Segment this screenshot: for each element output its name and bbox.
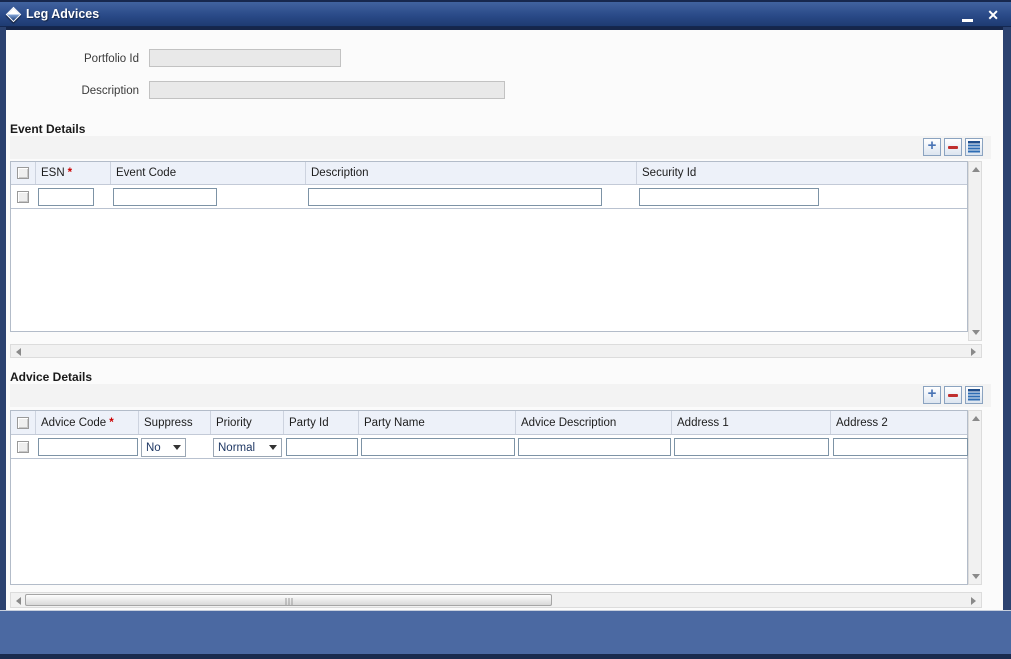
advice-header-checkbox-cell (11, 411, 36, 434)
priority-select[interactable]: Normal (213, 438, 282, 457)
window-frame-right (1003, 27, 1011, 659)
event-col-security-id: Security Id (642, 167, 697, 179)
advice-row-checkbox[interactable] (17, 441, 29, 453)
event-grid-hscrollbar[interactable] (10, 344, 982, 358)
scroll-left-icon[interactable] (16, 348, 21, 356)
advice-col-party-name: Party Name (359, 411, 516, 434)
description-field (149, 81, 505, 99)
event-details-grid: ESN * Event Code Description Security Id (10, 161, 968, 332)
event-header-checkbox-cell (11, 162, 36, 184)
advice-code-input[interactable] (38, 438, 138, 456)
advice-details-toolbar (10, 384, 991, 407)
advice-grid-header: Advice Code * Suppress Priority Party Id … (11, 411, 967, 435)
event-grid-header: ESN * Event Code Description Security Id (11, 162, 967, 185)
advice-col-advice-code: Advice Code * (36, 411, 139, 434)
chevron-down-icon (173, 445, 181, 450)
single-view-icon (968, 141, 980, 153)
advice-grid-row: No Normal (11, 435, 968, 459)
advice-col-address-1: Address 1 (672, 411, 831, 434)
scroll-down-icon[interactable] (972, 574, 980, 579)
close-icon[interactable]: ✕ (987, 8, 999, 22)
party-name-input[interactable] (361, 438, 515, 456)
event-row-checkbox[interactable] (17, 191, 29, 203)
single-view-icon (968, 389, 980, 401)
advice-col-priority: Priority (211, 411, 284, 434)
scroll-right-icon[interactable] (971, 348, 976, 356)
scroll-left-icon[interactable] (16, 597, 21, 605)
event-select-all-checkbox[interactable] (17, 167, 29, 179)
scroll-grip-icon (285, 598, 292, 605)
event-event-code-input[interactable] (113, 188, 217, 206)
plus-icon: + (927, 385, 937, 402)
dialog-content: Portfolio Id Description Event Details + (6, 30, 1003, 610)
address-2-input[interactable] (833, 438, 968, 456)
description-label: Description (81, 85, 139, 97)
scroll-down-icon[interactable] (972, 330, 980, 335)
advice-col-advice-description: Advice Description (516, 411, 672, 434)
footer-bar (0, 610, 1011, 654)
scroll-up-icon[interactable] (972, 167, 980, 172)
minus-icon (948, 393, 958, 397)
advice-col-address-2: Address 2 (836, 416, 888, 429)
advice-description-input[interactable] (518, 438, 671, 456)
event-grid-row (11, 185, 967, 209)
scroll-right-icon[interactable] (971, 597, 976, 605)
address-1-input[interactable] (674, 438, 829, 456)
diamond-icon (0, 6, 26, 22)
event-description-input[interactable] (308, 188, 602, 206)
event-details-title: Event Details (10, 122, 86, 136)
event-single-view-button[interactable] (965, 138, 983, 156)
advice-details-title: Advice Details (10, 370, 93, 384)
chevron-down-icon (269, 445, 277, 450)
scroll-up-icon[interactable] (972, 416, 980, 421)
advice-col-suppress: Suppress (139, 411, 211, 434)
event-col-description: Description (306, 162, 637, 184)
event-security-id-input[interactable] (639, 188, 819, 206)
event-col-event-code: Event Code (111, 162, 306, 184)
window-title: Leg Advices (26, 7, 100, 21)
portfolio-id-label: Portfolio Id (84, 53, 139, 65)
leg-advices-window: Leg Advices ✕ Portfolio Id Description E… (0, 0, 1011, 659)
event-add-row-button[interactable]: + (923, 138, 941, 156)
hscroll-thumb[interactable] (25, 594, 552, 606)
event-col-esn: ESN * (36, 162, 111, 184)
minimize-icon[interactable] (962, 8, 974, 22)
advice-delete-row-button[interactable] (944, 386, 962, 404)
advice-select-all-checkbox[interactable] (17, 416, 29, 429)
advice-details-grid: Advice Code * Suppress Priority Party Id … (10, 410, 968, 585)
advice-grid-hscrollbar[interactable] (10, 592, 982, 608)
minus-icon (948, 145, 958, 149)
footer-base (0, 654, 1011, 659)
advice-col-party-id: Party Id (284, 411, 359, 434)
suppress-select[interactable]: No (141, 438, 186, 457)
plus-icon: + (927, 137, 937, 154)
advice-single-view-button[interactable] (965, 386, 983, 404)
event-esn-input[interactable] (38, 188, 94, 206)
title-bar: Leg Advices ✕ (0, 0, 1011, 27)
portfolio-id-field (149, 49, 341, 67)
event-details-toolbar (10, 136, 991, 159)
advice-add-row-button[interactable]: + (923, 386, 941, 404)
event-delete-row-button[interactable] (944, 138, 962, 156)
advice-grid-vscrollbar[interactable] (968, 410, 982, 585)
event-grid-vscrollbar[interactable] (968, 161, 982, 341)
party-id-input[interactable] (286, 438, 358, 456)
